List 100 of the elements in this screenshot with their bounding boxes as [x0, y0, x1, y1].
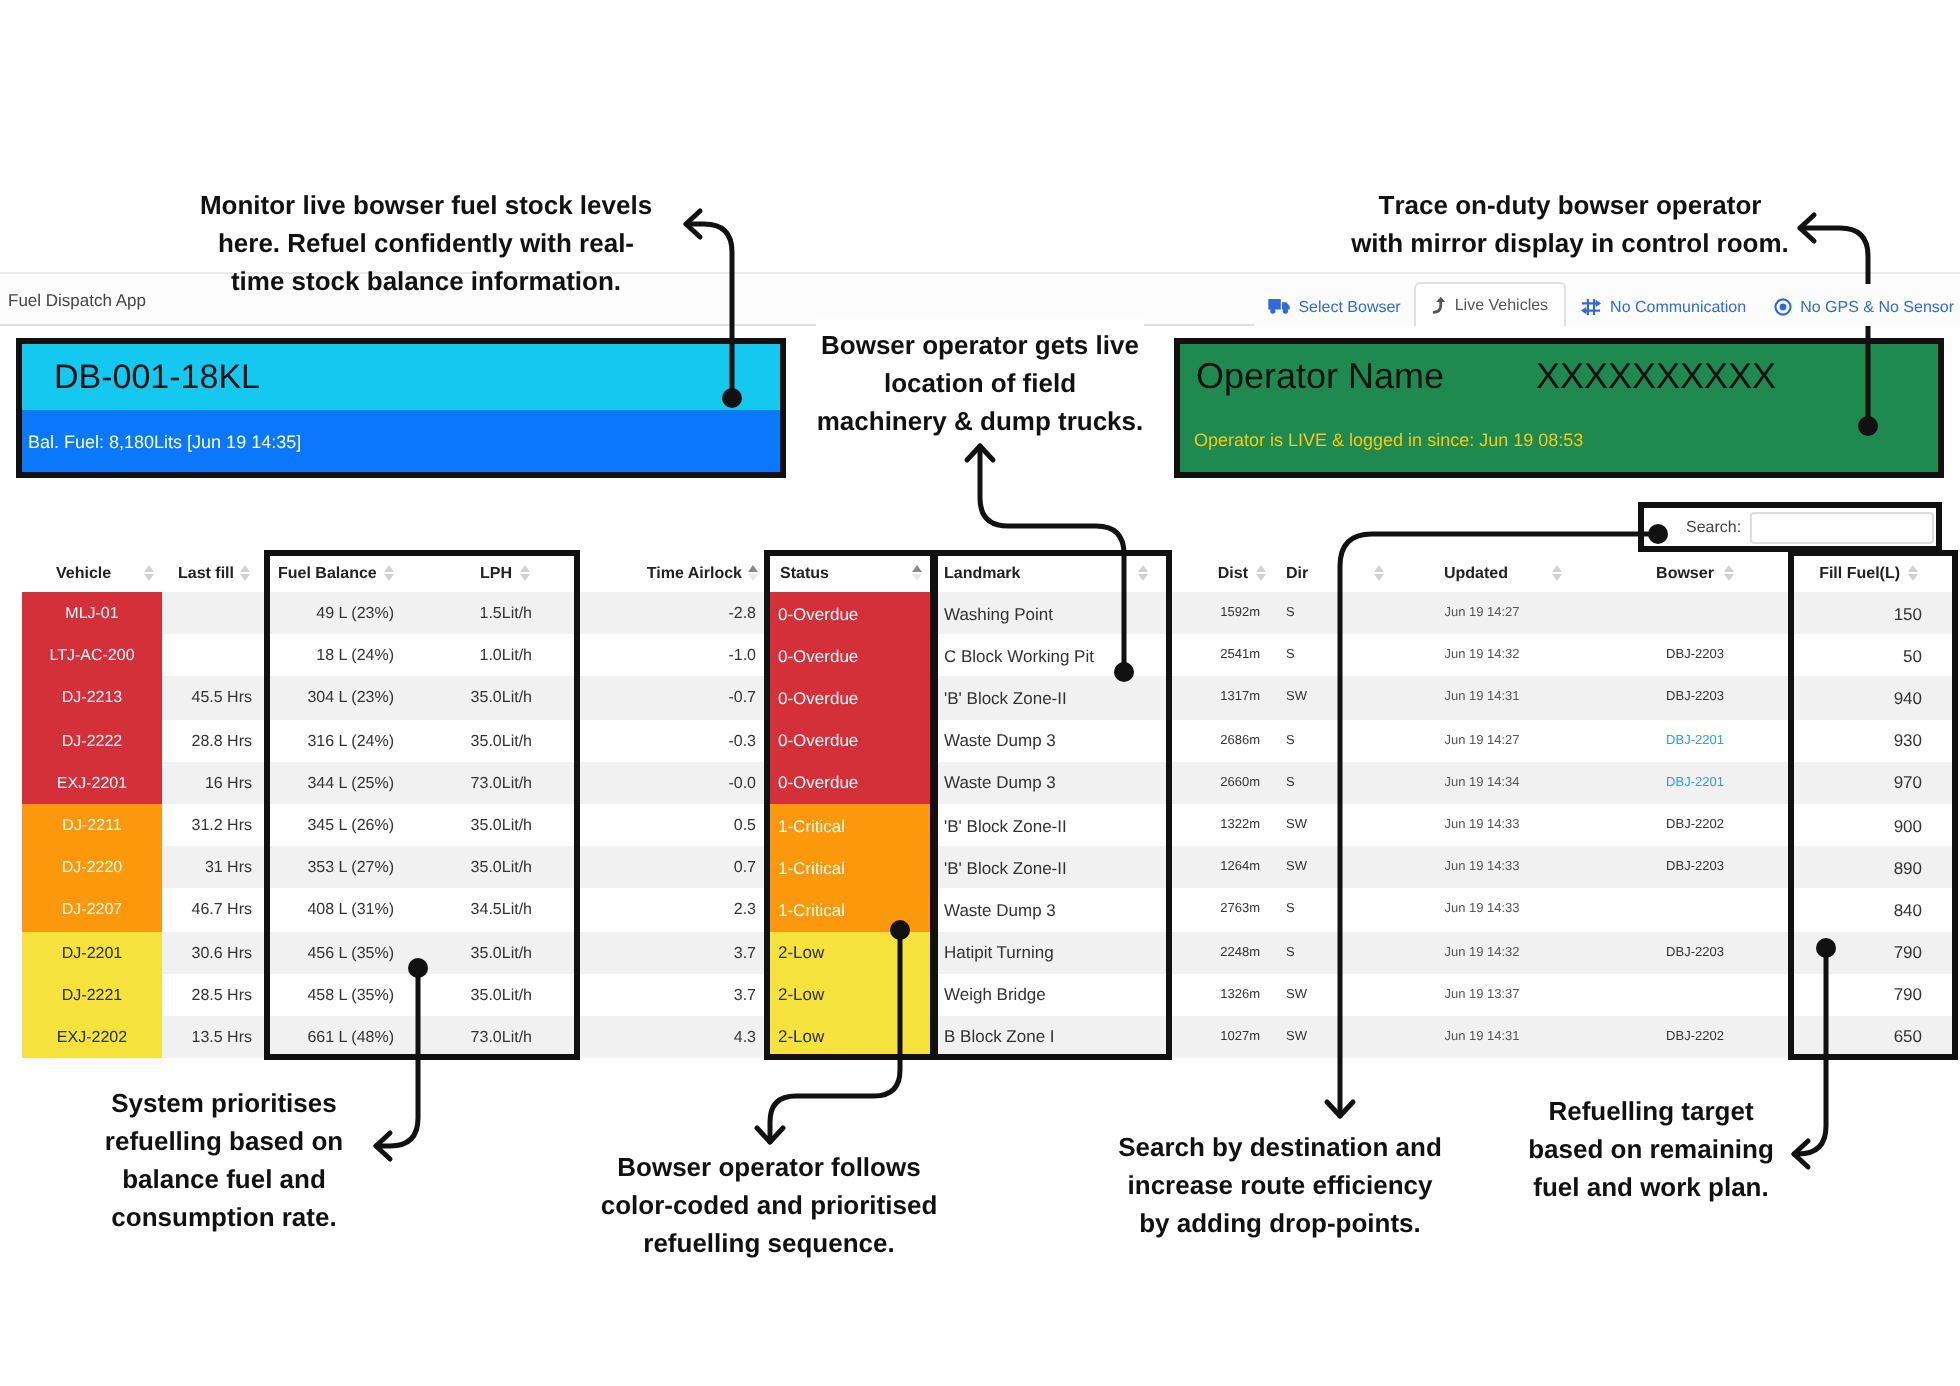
- fill-fuel-value: 790: [1893, 942, 1922, 963]
- fuel-balance-value: 344 L (25%): [307, 773, 394, 792]
- landmark-name: 'B' Block Zone-II: [944, 687, 1067, 708]
- turn-arrow-icon: [1432, 296, 1447, 314]
- search-field[interactable]: [1749, 511, 1934, 543]
- last-fill-value: 28.5 Hrs: [191, 985, 252, 1004]
- status-cell: 0-Overdue: [766, 634, 934, 677]
- fill-fuel-value: 150: [1893, 603, 1922, 624]
- lph-value: 1.5Lit/h: [479, 604, 532, 623]
- tab[interactable]: Live Vehicles: [1414, 282, 1567, 326]
- column-header[interactable]: Dist: [1217, 563, 1248, 581]
- vehicle-cell: DJ-2207: [22, 888, 162, 931]
- status-cell: 0-Overdue: [766, 592, 934, 635]
- fuel-balance-value: 408 L (31%): [307, 900, 394, 919]
- fuel-balance-value: 456 L (35%): [307, 943, 394, 962]
- fuel-balance-value: 345 L (26%): [307, 816, 394, 835]
- time-airlock-value: -0.3: [728, 731, 756, 750]
- vehicle-cell: DJ-2201: [22, 931, 162, 974]
- crossed-arrows-icon: [1580, 297, 1603, 315]
- vehicle-cell: DJ-2221: [22, 973, 162, 1016]
- time-airlock-value: 3.7: [733, 943, 756, 962]
- time-airlock-value: 2.3: [733, 900, 756, 919]
- fuel-balance-value: 316 L (24%): [307, 731, 394, 750]
- landmark-name: 'B' Block Zone-II: [944, 815, 1067, 836]
- lph-value: 35.0Lit/h: [470, 943, 532, 962]
- callout-text: Search by destination and increase route efficiency by adding drop-points.: [1116, 1130, 1444, 1242]
- fuel-balance-strip: Bal. Fuel: 8,180Lits [Jun 19 14:35]: [22, 410, 780, 472]
- column-header[interactable]: Fill Fuel(L): [1819, 563, 1900, 581]
- lph-value: 35.0Lit/h: [470, 731, 532, 750]
- column-header[interactable]: Last fill: [177, 563, 234, 581]
- status-cell: 0-Overdue: [766, 719, 934, 762]
- landmark-name: Washing Point: [944, 603, 1053, 624]
- fuel-balance-value: 304 L (23%): [307, 688, 394, 707]
- last-fill-value: 45.5 Hrs: [191, 688, 252, 707]
- column-header[interactable]: Time Airlock: [646, 563, 742, 581]
- landmark-name: C Block Working Pit: [944, 645, 1094, 666]
- time-airlock-value: 0.5: [733, 816, 756, 835]
- time-airlock-value: 3.7: [733, 985, 756, 1004]
- status-cell: 0-Overdue: [766, 676, 934, 720]
- landmark-name: Waste Dump 3: [944, 899, 1056, 920]
- fuel-balance-value: 661 L (48%): [307, 1027, 394, 1046]
- lph-value: 35.0Lit/h: [470, 688, 532, 707]
- fill-fuel-value: 790: [1893, 984, 1922, 1005]
- target-icon: [1774, 297, 1793, 315]
- last-fill-value: 13.5 Hrs: [191, 1027, 252, 1046]
- app-title: Fuel Dispatch App: [6, 289, 146, 309]
- time-airlock-value: 0.7: [733, 858, 756, 877]
- column-header[interactable]: Dir: [1286, 563, 1309, 581]
- vehicle-cell: DJ-2213: [22, 676, 162, 720]
- column-header[interactable]: LPH: [480, 563, 512, 581]
- fill-fuel-value: 940: [1893, 687, 1922, 708]
- last-fill-value: 31.2 Hrs: [191, 816, 252, 835]
- landmark-name: B Block Zone I: [944, 1026, 1055, 1047]
- fill-fuel-value: 970: [1893, 772, 1922, 793]
- vehicle-cell: DJ-2220: [22, 846, 162, 889]
- lph-value: 35.0Lit/h: [470, 985, 532, 1004]
- landmark-name: Waste Dump 3: [944, 730, 1056, 751]
- column-header[interactable]: Status: [780, 563, 829, 581]
- callout-text: Bowser operator follows color-coded and prioritised refuelling sequence.: [598, 1150, 940, 1262]
- landmark-name: 'B' Block Zone-II: [944, 857, 1067, 878]
- vehicle-cell: EXJ-2201: [22, 761, 162, 804]
- callout-text: Bowser operator gets live location of field machinery & dump trucks.: [816, 318, 1144, 440]
- time-airlock-value: -0.0: [728, 773, 756, 792]
- column-header[interactable]: Updated: [1444, 563, 1508, 581]
- operator-label: Operator Name: [1196, 356, 1445, 398]
- column-header[interactable]: Fuel Balance: [278, 563, 377, 581]
- vehicle-cell: DJ-2222: [22, 719, 162, 762]
- truck-icon: [1268, 298, 1291, 314]
- tab[interactable]: No GPS & No Sensor: [1760, 284, 1960, 326]
- column-header[interactable]: Landmark: [944, 563, 1021, 581]
- last-fill-value: 16 Hrs: [204, 773, 252, 792]
- landmark-name: Waste Dump 3: [944, 772, 1056, 793]
- fuel-balance-value: 49 L (23%): [316, 604, 394, 623]
- last-fill-value: 46.7 Hrs: [191, 900, 252, 919]
- lph-value: 73.0Lit/h: [470, 1027, 532, 1046]
- fuel-balance-value: 18 L (24%): [316, 646, 394, 665]
- fill-fuel-value: 840: [1893, 899, 1922, 920]
- callout-text: System prioritises refuelling based on balance fuel and consumption rate.: [102, 1086, 346, 1236]
- fill-fuel-value: 890: [1893, 857, 1922, 878]
- time-airlock-value: -1.0: [728, 646, 756, 665]
- lph-value: 35.0Lit/h: [470, 858, 532, 877]
- last-fill-value: 28.8 Hrs: [191, 731, 252, 750]
- column-header[interactable]: Vehicle: [56, 563, 112, 581]
- landmark-name: Weigh Bridge: [944, 984, 1046, 1005]
- vehicle-cell: DJ-2211: [22, 803, 162, 847]
- fill-fuel-value: 50: [1903, 645, 1922, 666]
- vehicle-cell: EXJ-2202: [22, 1015, 162, 1059]
- lph-value: 34.5Lit/h: [470, 900, 532, 919]
- fill-fuel-value: 650: [1893, 1026, 1922, 1047]
- callout-text: Monitor live bowser fuel stock levels here. Refuel confidently with real-time stock balance information.: [197, 188, 655, 300]
- search-label: Search:: [1686, 518, 1742, 536]
- fill-fuel-value: 930: [1893, 730, 1922, 751]
- callout-text: Trace on-duty bowser operator with mirror display in control room.: [1350, 188, 1790, 262]
- status-cell: 0-Overdue: [766, 761, 934, 804]
- vehicle-cell: LTJ-AC-200: [22, 634, 162, 677]
- lph-value: 1.0Lit/h: [479, 646, 532, 665]
- bowser-id: DB-001-18KL: [54, 356, 261, 400]
- landmark-name: Hatipit Turning: [944, 942, 1054, 963]
- time-airlock-value: -2.8: [728, 604, 756, 623]
- column-header[interactable]: Bowser: [1656, 563, 1714, 581]
